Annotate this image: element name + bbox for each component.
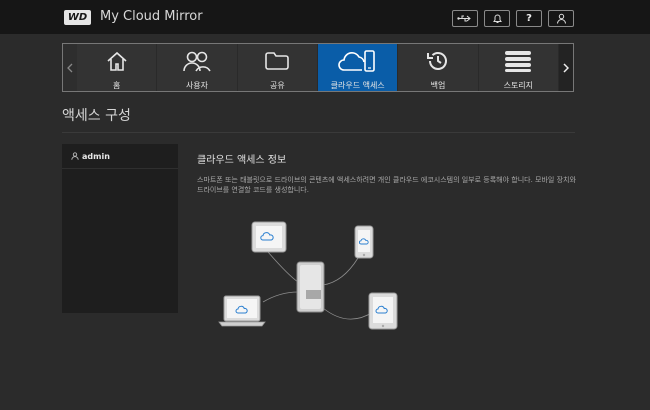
phone-icon <box>354 225 374 259</box>
cloud-device-icon <box>337 50 375 72</box>
tablet-small-icon <box>368 292 398 330</box>
laptop-icon <box>218 295 266 327</box>
storage-icon <box>505 51 532 72</box>
main-nav: 홈 사용자 공유 클라우드 액세스 백업 스토리지 <box>62 43 574 92</box>
section-heading: 클라우드 액세스 정보 <box>197 155 287 166</box>
nas-drive-icon <box>296 261 325 313</box>
user-icon <box>556 13 566 24</box>
top-toolbar: ? <box>452 10 574 27</box>
user-icon <box>71 152 79 160</box>
section-description: 스마트폰 또는 태블릿으로 드라이브의 콘텐츠에 액세스하려면 개인 클라우드 … <box>197 176 576 194</box>
wd-logo: WD <box>64 10 91 25</box>
nav-label-shares: 공유 <box>269 81 285 90</box>
chevron-left-icon <box>67 63 73 72</box>
cloud-ecosystem-illustration <box>218 221 398 330</box>
chevron-right-icon <box>563 62 569 73</box>
nav-label-cloud-access: 클라우드 액세스 <box>330 81 385 90</box>
bell-icon <box>492 14 502 23</box>
folder-icon <box>265 52 290 70</box>
nav-label-users: 사용자 <box>185 81 209 90</box>
nav-item-storage[interactable]: 스토리지 <box>478 44 559 91</box>
page-title: 액세스 구성 <box>62 108 131 124</box>
account-button[interactable] <box>548 10 574 27</box>
nav-scroll-right[interactable] <box>559 44 573 91</box>
nav-item-shares[interactable]: 공유 <box>237 44 318 91</box>
notifications-button[interactable] <box>484 10 510 27</box>
app-title: My Cloud Mirror <box>100 9 203 24</box>
user-name: admin <box>82 151 110 161</box>
nav-label-storage: 스토리지 <box>503 81 534 90</box>
title-divider <box>62 132 575 133</box>
nav-item-backup[interactable]: 백업 <box>398 44 479 91</box>
usb-button[interactable] <box>452 10 478 27</box>
user-list-panel: admin <box>62 144 178 313</box>
tablet-icon <box>251 221 287 253</box>
user-list-item[interactable]: admin <box>62 144 178 169</box>
home-icon <box>107 51 127 71</box>
nav-label-home: 홈 <box>112 81 121 90</box>
nav-item-home[interactable]: 홈 <box>77 44 158 91</box>
help-icon: ? <box>526 13 532 24</box>
users-icon <box>183 51 211 72</box>
help-button[interactable]: ? <box>516 10 542 27</box>
usb-icon <box>457 15 471 22</box>
top-bar: WD My Cloud Mirror ? <box>0 0 650 34</box>
nav-item-cloud-access[interactable]: 클라우드 액세스 <box>317 44 399 91</box>
nav-label-backup: 백업 <box>430 81 446 90</box>
history-icon <box>426 52 447 70</box>
nav-scroll-left[interactable] <box>63 44 77 91</box>
nav-item-users[interactable]: 사용자 <box>157 44 238 91</box>
